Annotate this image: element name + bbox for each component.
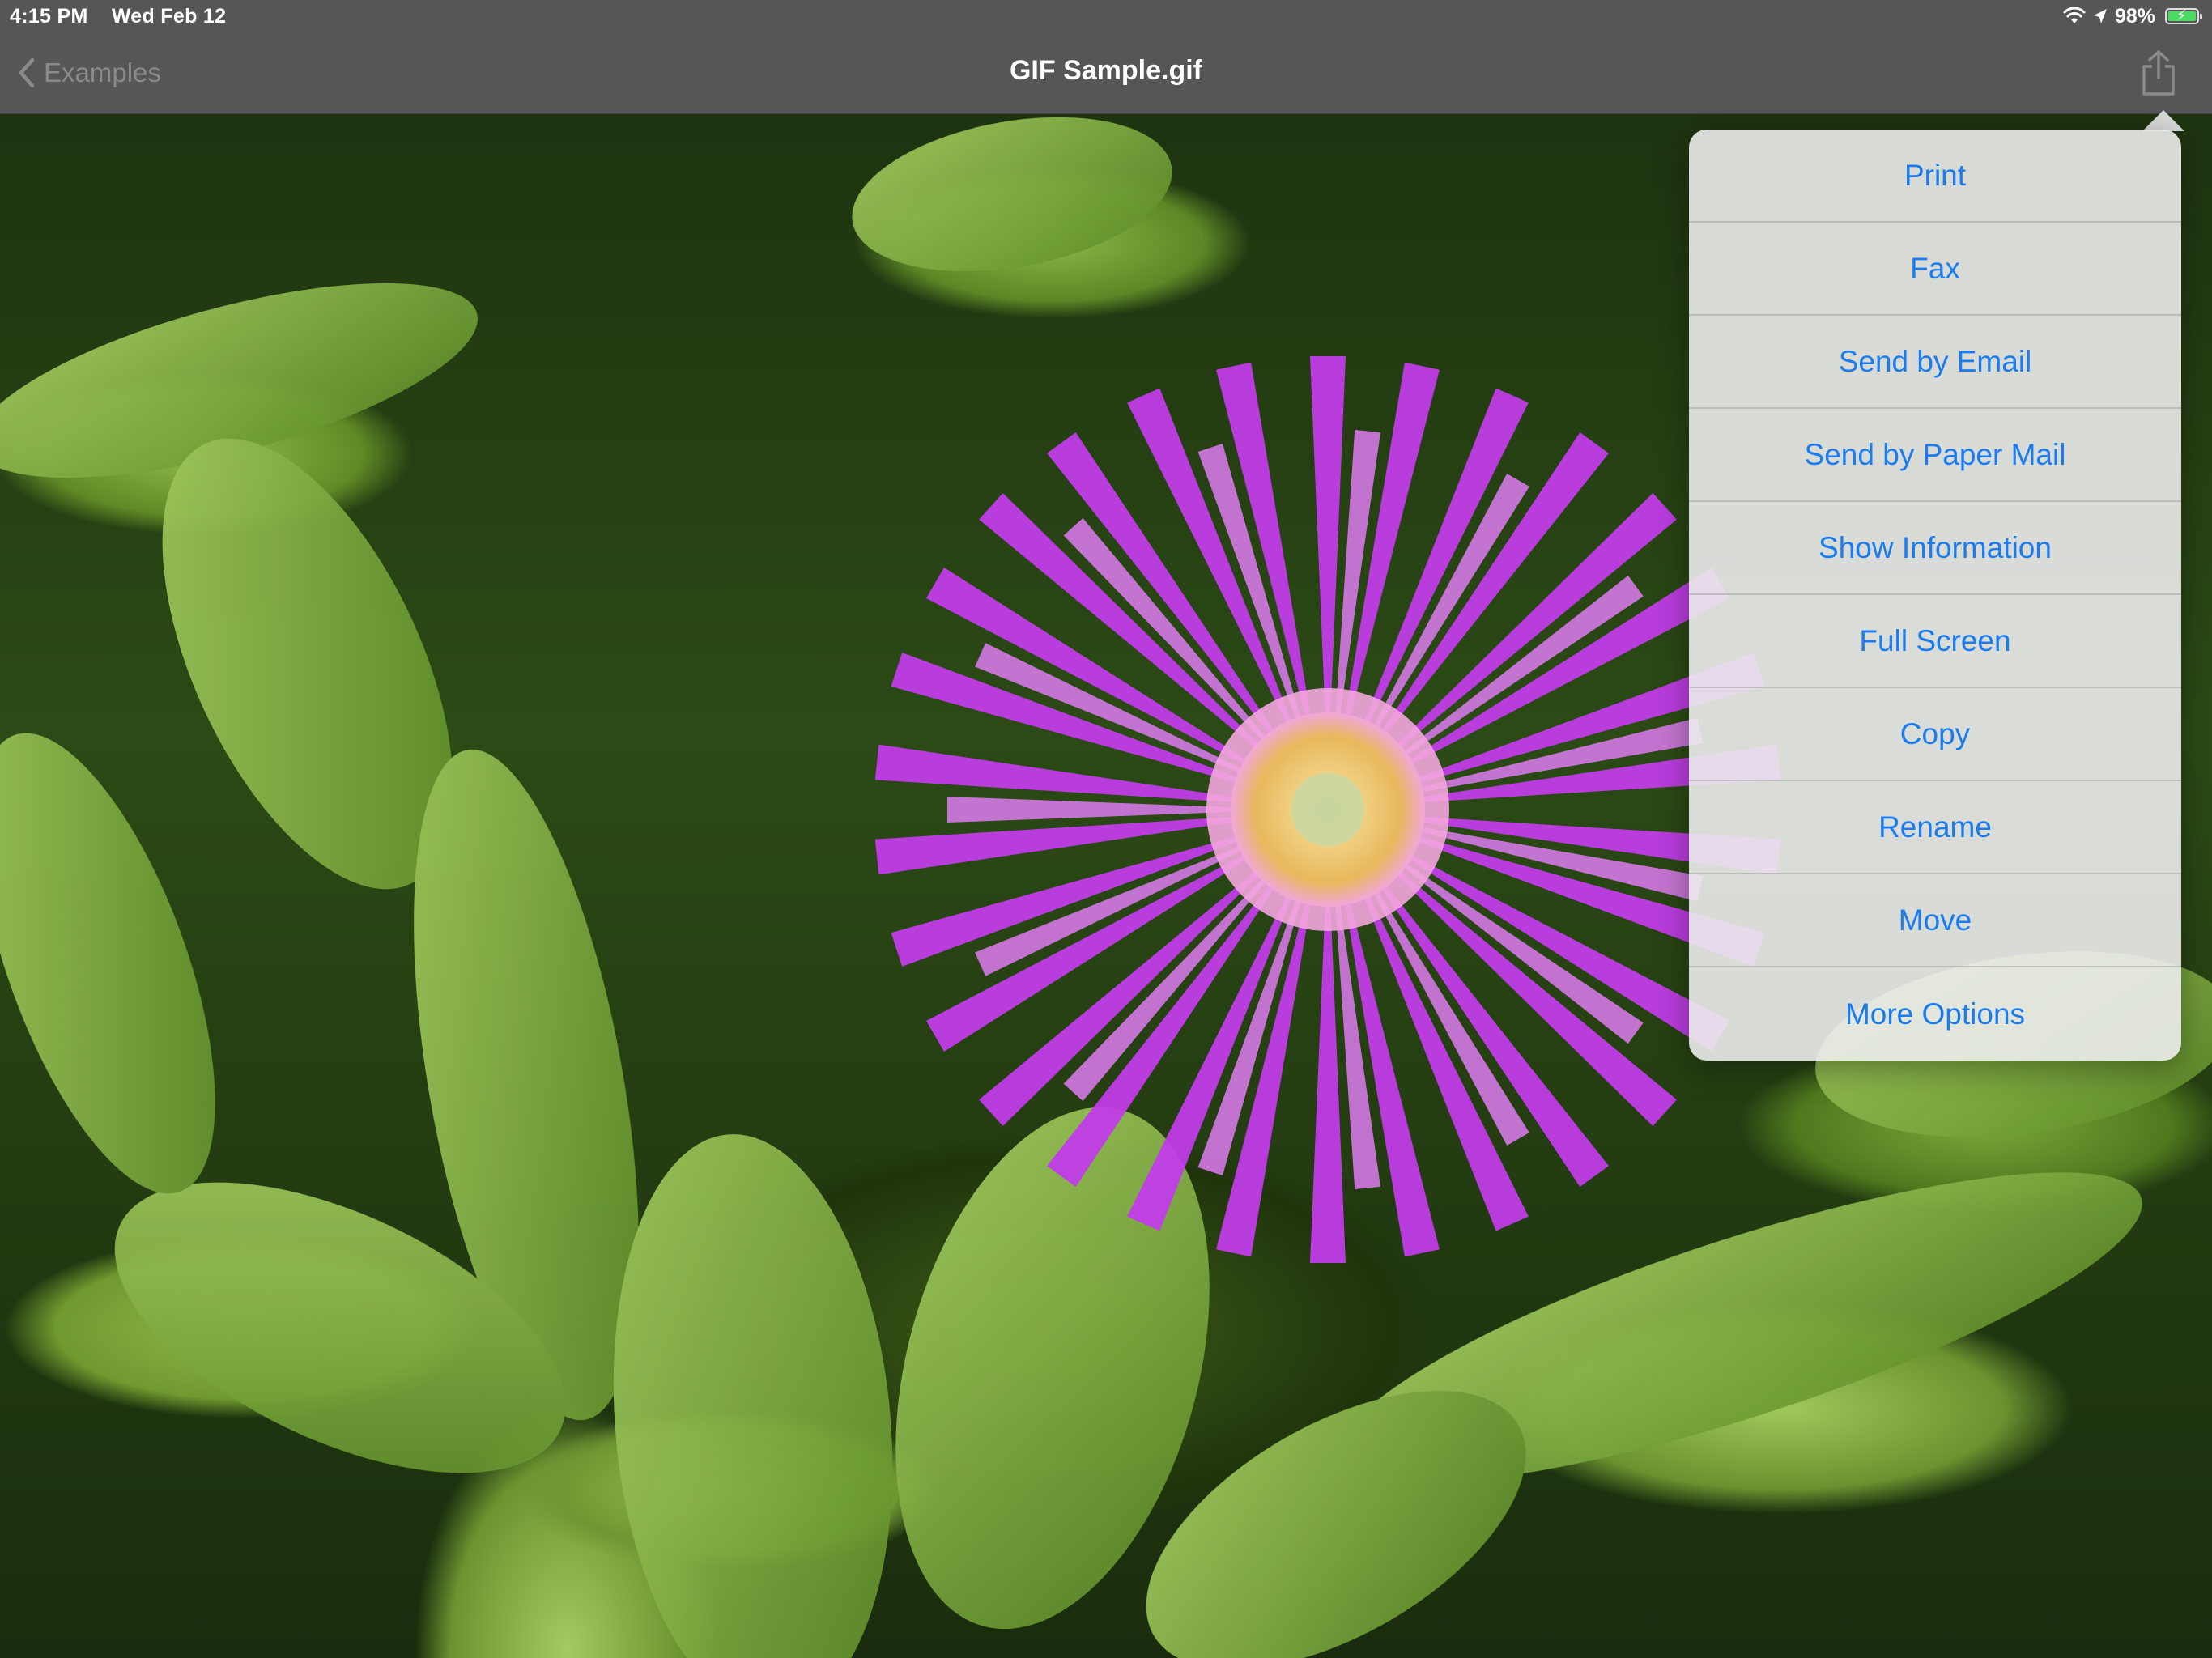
share-menu-popover: Print Fax Send by Email Send by Paper Ma…: [1689, 130, 2181, 1061]
menu-item-show-information[interactable]: Show Information: [1689, 502, 2181, 595]
share-button[interactable]: [2138, 49, 2180, 97]
menu-item-send-by-email[interactable]: Send by Email: [1689, 316, 2181, 409]
menu-item-full-screen[interactable]: Full Screen: [1689, 595, 2181, 688]
share-icon: [2142, 50, 2175, 96]
location-arrow-icon: [2093, 9, 2107, 23]
screen: 4:15 PM Wed Feb 12 98% ⚡ Examples GIF Sa…: [0, 0, 2212, 1658]
battery-percentage: 98%: [2114, 4, 2155, 28]
wifi-icon: [2063, 7, 2086, 23]
menu-item-send-by-paper-mail[interactable]: Send by Paper Mail: [1689, 409, 2181, 502]
menu-item-more-options[interactable]: More Options: [1689, 967, 2181, 1061]
menu-item-fax[interactable]: Fax: [1689, 223, 2181, 316]
menu-item-move[interactable]: Move: [1689, 874, 2181, 967]
menu-item-copy[interactable]: Copy: [1689, 688, 2181, 781]
status-bar-left: 4:15 PM Wed Feb 12: [10, 5, 226, 28]
status-bar-right: 98% ⚡: [2063, 3, 2202, 29]
battery-charging-icon: ⚡: [2165, 7, 2202, 24]
flower-petals: [874, 356, 1781, 1263]
status-date: Wed Feb 12: [111, 5, 227, 28]
page-title: GIF Sample.gif: [1009, 55, 1203, 86]
navigation-bar: 4:15 PM Wed Feb 12 98% ⚡ Examples GIF Sa…: [0, 0, 2212, 114]
popover-arrow: [2142, 110, 2184, 131]
menu-item-rename[interactable]: Rename: [1689, 781, 2181, 874]
menu-item-print[interactable]: Print: [1689, 130, 2181, 223]
status-time: 4:15 PM: [10, 5, 88, 28]
